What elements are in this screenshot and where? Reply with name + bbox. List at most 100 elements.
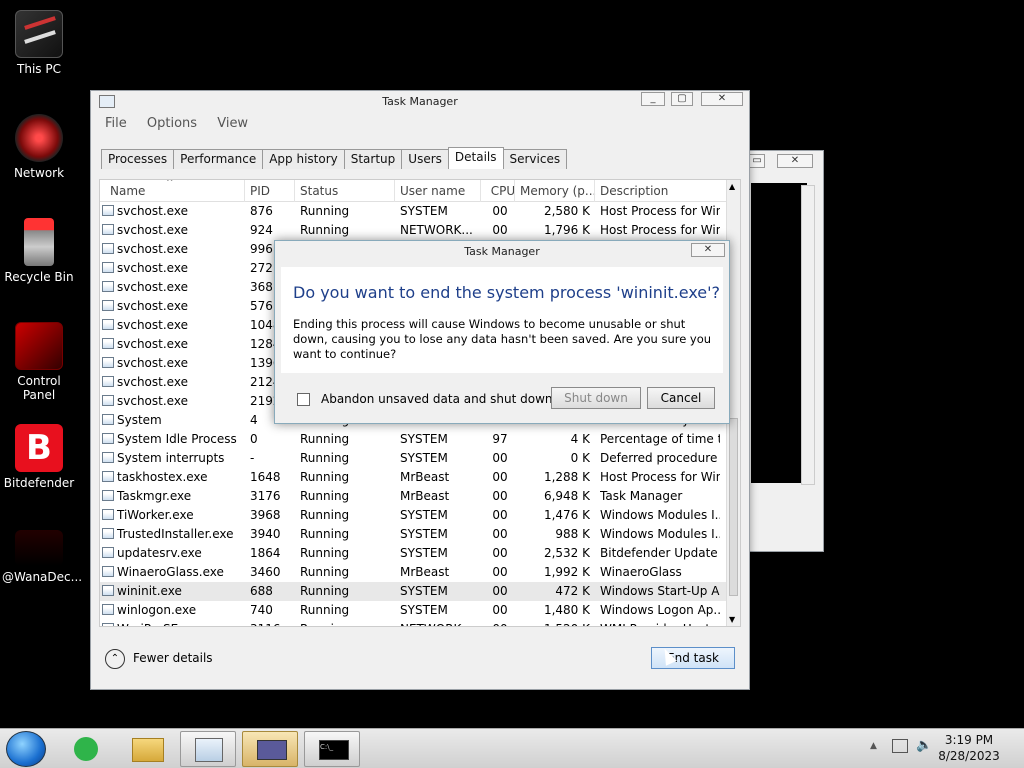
process-icon (102, 490, 114, 501)
process-memory: 2,532 K (543, 546, 590, 560)
tab-users[interactable]: Users (401, 149, 449, 169)
menu-options[interactable]: Options (147, 116, 197, 131)
process-pid: 876 (250, 204, 273, 218)
desktop-icon-control-panel[interactable]: Control Panel (2, 322, 76, 402)
process-cpu: 00 (492, 451, 508, 465)
process-name: svchost.exe (102, 354, 242, 373)
table-row[interactable]: Taskmgr.exe 3176 Running MrBeast 00 6,948 K Ta… (100, 487, 740, 506)
recycle-bin-icon (24, 218, 54, 266)
scroll-thumb[interactable] (729, 418, 738, 596)
fewer-details-link[interactable]: Fewer details (133, 651, 213, 665)
tab-startup[interactable]: Startup (343, 149, 403, 169)
column-header-memory[interactable]: Memory (p... (520, 180, 596, 202)
taskbar-app-window[interactable] (242, 731, 298, 767)
menu-file[interactable]: File (105, 116, 127, 131)
table-row[interactable]: wininit.exe 688 Running SYSTEM 00 472 K Window… (100, 582, 740, 601)
minimize-button[interactable]: _ (641, 92, 665, 106)
table-row[interactable]: taskhostex.exe 1648 Running MrBeast 00 1,288 … (100, 468, 740, 487)
process-cpu: 00 (492, 565, 508, 579)
column-header-status[interactable]: Status (300, 180, 394, 202)
process-name-text: System interrupts (117, 451, 225, 465)
process-icon (102, 300, 114, 311)
menu-view[interactable]: View (217, 116, 248, 131)
dialog-title-bar[interactable]: Task Manager ✕ (275, 241, 729, 263)
notes-icon (74, 737, 98, 761)
menu-bar: File Options View (91, 113, 749, 135)
chevron-up-icon[interactable]: ⌃ (105, 649, 125, 669)
process-description: WMI Provider Host (600, 620, 720, 626)
tab-processes[interactable]: Processes (101, 149, 175, 169)
close-button[interactable]: ✕ (777, 154, 813, 168)
desktop-icon-bitdefender[interactable]: B Bitdefender (2, 424, 76, 490)
window-title: Task Manager (382, 95, 458, 108)
bottom-bar: ⌃ Fewer details End task (91, 631, 749, 687)
background-window[interactable]: ▭ ✕ (740, 150, 824, 552)
process-status: Running (300, 508, 350, 522)
process-name-text: svchost.exe (117, 242, 188, 256)
taskbar-command-prompt[interactable]: C:\_ (304, 731, 360, 767)
clock[interactable]: 3:19 PM 8/28/2023 (924, 732, 1014, 764)
process-name: WmiPrvSE.exe (102, 620, 242, 626)
tab-app-history[interactable]: App history (262, 149, 345, 169)
table-row[interactable]: System Idle Process 0 Running SYSTEM 97 4 K Pe… (100, 430, 740, 449)
column-header-user[interactable]: User name (400, 180, 474, 202)
desktop-icon-this-pc[interactable]: This PC (2, 10, 76, 76)
process-name-text: svchost.exe (117, 280, 188, 294)
scroll-down-icon[interactable]: ▼ (729, 615, 735, 624)
column-header-pid[interactable]: PID (250, 180, 296, 202)
process-pid: 688 (250, 584, 273, 598)
process-memory: 1,796 K (543, 223, 590, 237)
process-status: Running (300, 620, 394, 626)
process-user: SYSTEM (400, 204, 448, 218)
table-row[interactable]: System interrupts - Running SYSTEM 00 0 K Defe… (100, 449, 740, 468)
tray-expand-icon[interactable]: ▲ (870, 741, 877, 751)
process-pid: 740 (250, 603, 273, 617)
process-status: Running (300, 565, 350, 579)
process-name: svchost.exe (102, 221, 242, 240)
process-icon (102, 357, 114, 368)
table-row[interactable]: TiWorker.exe 3968 Running SYSTEM 00 1,476 K Wi… (100, 506, 740, 525)
tab-details[interactable]: Details (447, 147, 504, 169)
close-button[interactable]: ✕ (701, 92, 743, 106)
column-header-description[interactable]: Description (600, 180, 720, 202)
table-row[interactable]: svchost.exe 924 Running NETWORK... 00 1,796 K… (100, 221, 740, 240)
desktop-icon-recycle-bin[interactable]: Recycle Bin (2, 218, 76, 284)
start-button[interactable] (6, 731, 46, 767)
desktop-icon-label: This PC (17, 62, 61, 76)
process-name-text: taskhostex.exe (117, 470, 208, 484)
table-row[interactable]: WmiPrvSE.exe 3116 Running NETWORK... 00 1,520… (100, 620, 740, 626)
clock-time: 3:19 PM (944, 733, 994, 747)
scrollbar[interactable] (801, 185, 815, 485)
abandon-data-checkbox[interactable] (297, 393, 310, 406)
table-row[interactable]: TrustedInstaller.exe 3940 Running SYSTEM 00 9… (100, 525, 740, 544)
scroll-up-icon[interactable]: ▲ (729, 182, 735, 191)
process-description: Percentage of time t... (600, 432, 720, 446)
desktop-icon-network[interactable]: Network (2, 114, 76, 180)
desktop-icon-wanadecryptor[interactable]: @WanaDec... (2, 530, 82, 584)
process-cpu: 00 (492, 546, 508, 560)
process-status: Running (300, 489, 350, 503)
network-tray-icon[interactable] (892, 739, 908, 753)
taskbar-file-explorer[interactable] (120, 731, 176, 767)
table-row[interactable]: WinaeroGlass.exe 3460 Running MrBeast 00 1,99… (100, 563, 740, 582)
console-area (751, 183, 807, 483)
table-row[interactable]: svchost.exe 876 Running SYSTEM 00 2,580 K Host… (100, 202, 740, 221)
title-bar[interactable]: Task Manager _ ▢ ✕ (91, 91, 749, 113)
dialog-message: Ending this process will cause Windows t… (293, 317, 712, 361)
process-memory: 1,480 K (543, 603, 590, 617)
dialog-close-button[interactable]: ✕ (691, 243, 725, 257)
tab-services[interactable]: Services (502, 149, 568, 169)
tab-performance[interactable]: Performance (173, 149, 264, 169)
table-row[interactable]: winlogon.exe 740 Running SYSTEM 00 1,480 K Win… (100, 601, 740, 620)
process-icon (102, 224, 114, 235)
process-name-text: System (117, 413, 162, 427)
taskbar-task-manager[interactable] (180, 731, 236, 767)
process-name: System Idle Process (102, 430, 242, 449)
maximize-button[interactable]: ▢ (671, 92, 693, 106)
table-row[interactable]: updatesrv.exe 1864 Running SYSTEM 00 2,532 K B… (100, 544, 740, 563)
taskbar-notes-app[interactable] (58, 731, 114, 767)
checkbox-label[interactable]: Abandon unsaved data and shut down. (321, 392, 556, 406)
minimize-button[interactable]: ▭ (749, 154, 765, 168)
cancel-button[interactable]: Cancel (647, 387, 715, 409)
process-description: Windows Modules I... (600, 527, 720, 541)
